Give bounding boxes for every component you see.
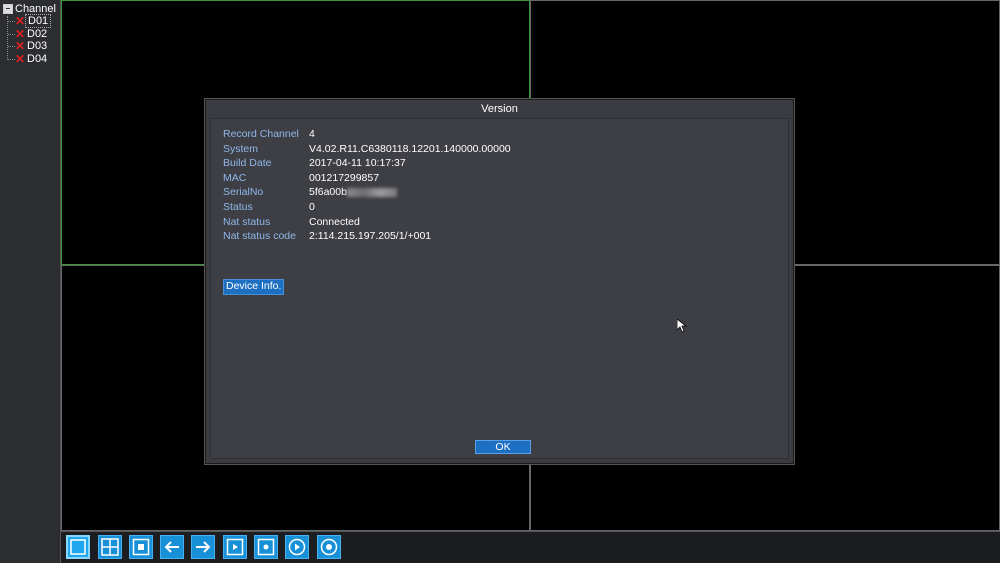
info-value: 0 xyxy=(309,201,315,213)
info-label: Build Date xyxy=(223,157,272,169)
info-value: 001217299857 xyxy=(309,172,380,184)
info-label: Status xyxy=(223,201,253,213)
ok-button[interactable]: OK xyxy=(475,440,531,454)
dialog-title: Version xyxy=(481,103,518,115)
quad-view-button[interactable] xyxy=(98,535,122,559)
arrow-right-icon xyxy=(196,541,211,553)
playback-button[interactable] xyxy=(223,535,247,559)
info-label: Nat status code xyxy=(223,230,296,242)
device-info-button[interactable]: Device Info. xyxy=(223,279,285,295)
info-value: 2017-04-11 10:17:37 xyxy=(309,157,406,169)
arrow-left-icon xyxy=(164,541,179,553)
record-button[interactable] xyxy=(254,535,278,559)
tree-branch xyxy=(8,45,15,47)
fullscreen-icon xyxy=(132,538,150,556)
info-value: V4.02.R11.C6380118.12201.140000.00000 xyxy=(309,143,511,155)
play-circle-button[interactable] xyxy=(285,535,309,559)
channel-item-d03[interactable]: ✕ D03 xyxy=(8,40,49,52)
single-view-button[interactable] xyxy=(66,535,90,559)
info-value: Connected xyxy=(309,216,360,228)
single-square-icon xyxy=(70,539,86,555)
info-label: MAC xyxy=(223,172,247,184)
channel-sidebar: Channel ✕ D01 ✕ D02 ✕ D03 ✕ D04 xyxy=(0,0,61,563)
info-label: System xyxy=(223,143,259,155)
play-square-icon xyxy=(226,538,244,556)
red-x-icon: ✕ xyxy=(15,39,26,53)
collapse-icon[interactable] xyxy=(3,4,13,14)
record-circle-icon xyxy=(320,538,338,556)
channel-item-d04[interactable]: ✕ D04 xyxy=(8,53,49,65)
channel-label: D01 xyxy=(25,14,52,28)
quad-grid-icon xyxy=(101,538,119,556)
redacted-blur xyxy=(346,187,397,197)
channel-item-d01[interactable]: ✕ D01 xyxy=(8,14,52,28)
version-dialog: Version Record Channel 4 System V4.02.R1… xyxy=(205,99,794,464)
play-circle-icon xyxy=(288,538,306,556)
channel-label: D03 xyxy=(27,40,48,52)
red-x-icon: ✕ xyxy=(15,14,26,28)
dialog-body: Record Channel 4 System V4.02.R11.C63801… xyxy=(210,118,789,459)
mouse-cursor-icon xyxy=(677,319,687,333)
info-value: 4 xyxy=(309,128,315,140)
info-value: 2:114.215.197.205/1/+001 xyxy=(309,230,432,242)
channel-label: D04 xyxy=(27,53,48,65)
tree-branch xyxy=(8,58,15,60)
info-label: Record Channel xyxy=(223,128,299,140)
fullscreen-button[interactable] xyxy=(129,535,153,559)
bottom-toolbar xyxy=(61,531,1000,563)
previous-button[interactable] xyxy=(160,535,184,559)
info-value: 5f6a00b xyxy=(309,185,397,199)
info-label: Nat status xyxy=(223,216,271,228)
next-button[interactable] xyxy=(191,535,215,559)
tree-branch xyxy=(8,33,15,35)
red-x-icon: ✕ xyxy=(15,52,26,66)
channel-label: D02 xyxy=(27,28,48,40)
record-circle-button[interactable] xyxy=(317,535,341,559)
tree-branch xyxy=(8,20,15,22)
serial-value: 5f6a00b xyxy=(309,186,347,198)
info-label: SerialNo xyxy=(223,186,264,198)
record-square-icon xyxy=(257,538,275,556)
